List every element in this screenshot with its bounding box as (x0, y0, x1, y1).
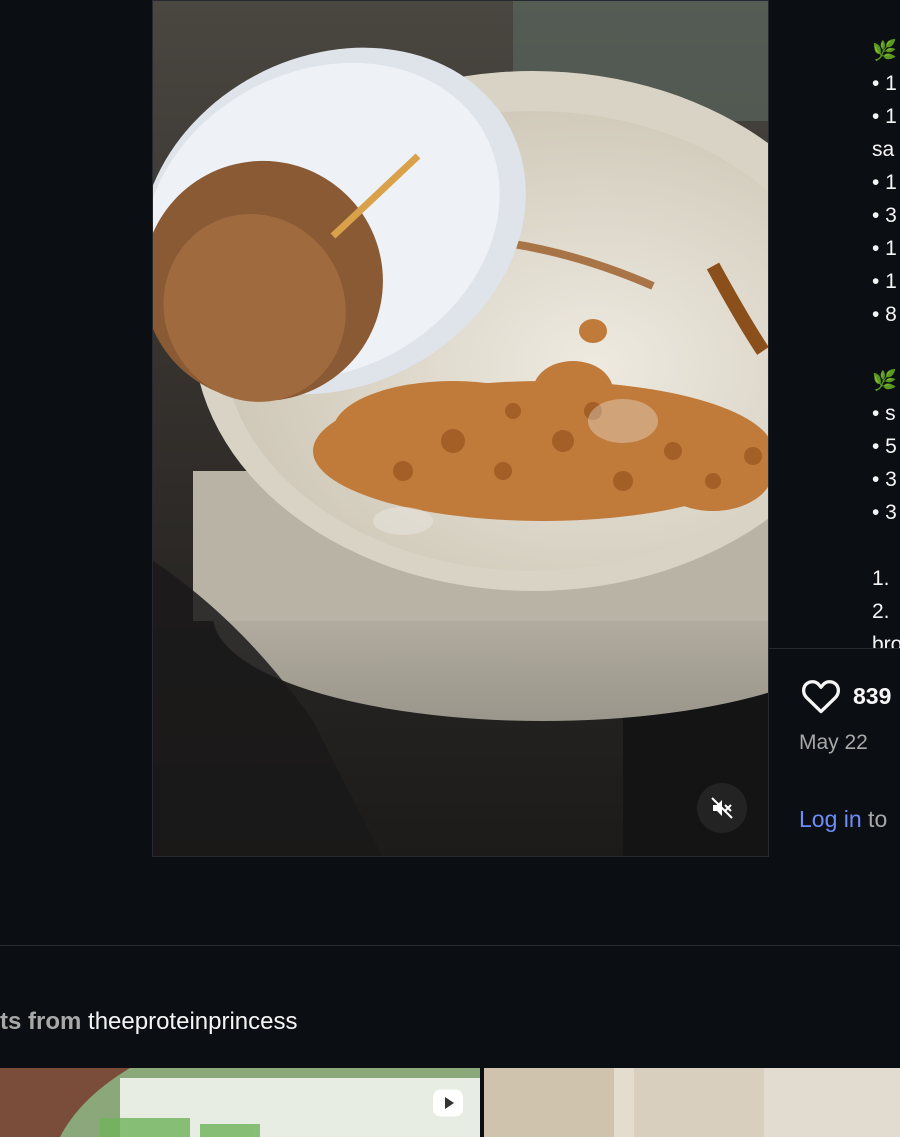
ingredients-header: 🌿 (872, 34, 900, 67)
section-divider (0, 945, 900, 946)
speaker-muted-icon (711, 797, 733, 819)
caption-step: 2. (872, 600, 890, 623)
mute-toggle-button[interactable] (697, 783, 747, 833)
post-actions: 839 (799, 674, 891, 718)
post-video[interactable] (152, 0, 769, 857)
caption-line: • 3 (872, 501, 897, 524)
caption-line: • 1 (872, 237, 897, 260)
herb-icon: 🌿 (872, 40, 897, 62)
like-count[interactable]: 839 (853, 683, 891, 710)
post-caption: 🌿 • 1 • 1 sa • 1 • 3 • 1 • 1 • 8 🌿 • s •… (872, 34, 900, 648)
caption-line: • 1 (872, 105, 897, 128)
more-posts-thumbnail-2[interactable] (484, 1068, 900, 1137)
video-frame-cooking-pan (153, 1, 768, 856)
instagram-post-page: 🌿 • 1 • 1 sa • 1 • 3 • 1 • 1 • 8 🌿 • s •… (0, 0, 900, 1137)
caption-line: • 3 (872, 468, 897, 491)
more-posts-username-link[interactable]: theeproteinprincess (88, 1008, 297, 1035)
caption-line: • 8 (872, 303, 897, 326)
thumbnail-image (0, 1068, 480, 1137)
sauce-header: 🌿 (872, 364, 900, 397)
caption-line: • 1 (872, 72, 897, 95)
herb-icon: 🌿 (872, 370, 897, 392)
heart-icon[interactable] (799, 674, 843, 718)
more-posts-thumbnail-1[interactable] (0, 1068, 480, 1137)
login-link[interactable]: Log in (799, 806, 862, 832)
post-date[interactable]: May 22 (799, 731, 868, 755)
caption-line: • 3 (872, 204, 897, 227)
login-prompt: Log in to (799, 806, 887, 833)
caption-step: bro (872, 633, 900, 648)
more-posts-prefix: osts from (0, 1008, 82, 1035)
divider (769, 648, 900, 649)
caption-line: • s (872, 402, 896, 425)
caption-line: • 1 (872, 171, 897, 194)
login-suffix: to (861, 806, 888, 832)
caption-line: • 5 (872, 435, 897, 458)
caption-step: 1. (872, 567, 890, 590)
more-posts-heading: osts from theeproteinprincess (0, 1008, 298, 1036)
caption-line: • 1 (872, 270, 897, 293)
thumbnail-image (484, 1068, 900, 1137)
reel-icon (433, 1089, 463, 1117)
post-side-panel: 🌿 • 1 • 1 sa • 1 • 3 • 1 • 1 • 8 🌿 • s •… (769, 0, 900, 857)
caption-line: sa (872, 138, 895, 161)
